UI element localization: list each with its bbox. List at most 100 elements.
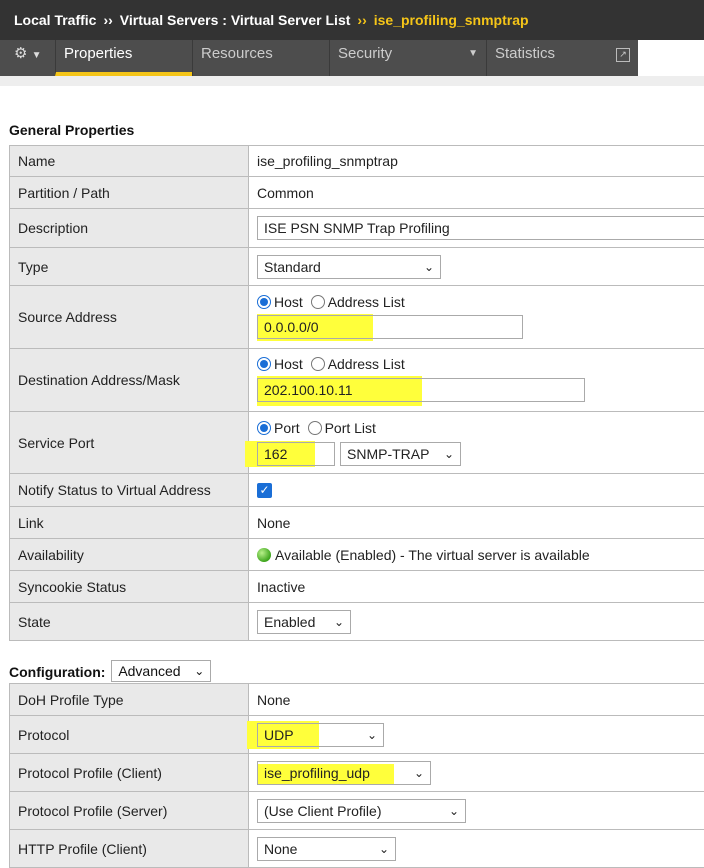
field-label: Protocol: [10, 716, 249, 754]
gear-icon: ⚙: [14, 45, 27, 62]
partition-value: Common: [249, 177, 704, 209]
tab-resources[interactable]: Resources: [192, 40, 329, 76]
http-profile-client-value: None: [264, 841, 297, 857]
general-properties-title: General Properties: [9, 122, 134, 138]
configuration-mode-select[interactable]: Advanced ⌄: [111, 660, 211, 682]
table-row: Syncookie Status Inactive: [10, 571, 704, 603]
breadcrumb-section[interactable]: Virtual Servers : Virtual Server List: [120, 12, 351, 28]
table-row: Source Address Host Address List 0.0.0.0…: [10, 286, 704, 349]
table-row: Service Port Port Port List 162 SNMP-TRA…: [10, 412, 704, 474]
configuration-table: DoH Profile Type None Protocol UDP⌄ Prot…: [9, 683, 704, 868]
table-row: Protocol UDP⌄: [10, 716, 704, 754]
radio-label: Port List: [325, 420, 376, 436]
field-label: Destination Address/Mask: [10, 349, 249, 412]
table-row: Destination Address/Mask Host Address Li…: [10, 349, 704, 412]
chevron-down-icon: ▼: [468, 40, 478, 68]
syncookie-value: Inactive: [249, 571, 704, 603]
tab-security[interactable]: Security ▼: [329, 40, 486, 76]
table-row: Protocol Profile (Client) ise_profiling_…: [10, 754, 704, 792]
service-port-list-radio[interactable]: [308, 421, 322, 435]
field-label: HTTP Profile (Client): [10, 830, 249, 868]
table-row: HTTP Profile (Client) None ⌄: [10, 830, 704, 868]
radio-label: Host: [274, 294, 303, 310]
radio-label: Address List: [328, 356, 405, 372]
table-row: Name ise_profiling_snmptrap: [10, 146, 704, 177]
state-select-value: Enabled: [264, 614, 315, 630]
source-address-list-radio[interactable]: [311, 295, 325, 309]
field-label: Name: [10, 146, 249, 177]
link-value: None: [249, 507, 704, 539]
destination-address-input[interactable]: 202.100.10.11: [257, 378, 585, 402]
service-port-select[interactable]: SNMP-TRAP ⌄: [340, 442, 461, 466]
field-label: Notify Status to Virtual Address: [10, 474, 249, 507]
configuration-title: Configuration: Advanced ⌄: [9, 660, 211, 682]
type-select-value: Standard: [264, 259, 321, 275]
configuration-label: Configuration:: [9, 664, 105, 680]
tab-label: Statistics: [495, 45, 555, 62]
tab-properties[interactable]: Properties: [55, 40, 192, 76]
field-label: Syncookie Status: [10, 571, 249, 603]
field-label: Description: [10, 209, 249, 248]
gear-menu-button[interactable]: ⚙ ▼: [8, 40, 54, 76]
tab-statistics[interactable]: Statistics ↗: [486, 40, 638, 76]
service-port-radio[interactable]: [257, 421, 271, 435]
chevron-down-icon: ⌄: [414, 762, 424, 784]
doh-value: None: [249, 684, 704, 716]
field-label: DoH Profile Type: [10, 684, 249, 716]
breadcrumb-root[interactable]: Local Traffic: [14, 12, 96, 28]
tab-label: Security: [338, 45, 392, 62]
external-link-icon: ↗: [616, 48, 630, 62]
field-label: Source Address: [10, 286, 249, 349]
field-label: Protocol Profile (Server): [10, 792, 249, 830]
field-label: Service Port: [10, 412, 249, 474]
tab-bar: ⚙ ▼ Properties Resources Security ▼ Stat…: [0, 40, 638, 76]
protocol-profile-server-select[interactable]: (Use Client Profile) ⌄: [257, 799, 466, 823]
table-row: DoH Profile Type None: [10, 684, 704, 716]
chevron-down-icon: ▼: [32, 50, 42, 61]
protocol-profile-client-select[interactable]: ise_profiling_udp ⌄: [257, 761, 431, 785]
table-row: Availability Available (Enabled) - The v…: [10, 539, 704, 571]
field-label: Link: [10, 507, 249, 539]
breadcrumb-separator: ››: [357, 12, 366, 28]
http-profile-client-select[interactable]: None ⌄: [257, 837, 396, 861]
description-input[interactable]: ISE PSN SNMP Trap Profiling: [257, 216, 704, 240]
table-row: Link None: [10, 507, 704, 539]
availability-value: Available (Enabled) - The virtual server…: [275, 547, 590, 563]
table-row: Protocol Profile (Server) (Use Client Pr…: [10, 792, 704, 830]
breadcrumb-separator: ››: [103, 12, 112, 28]
table-row: State Enabled⌄: [10, 603, 704, 641]
chevron-down-icon: ⌄: [449, 800, 459, 822]
service-port-select-value: SNMP-TRAP: [347, 446, 429, 462]
radio-label: Host: [274, 356, 303, 372]
radio-label: Address List: [328, 294, 405, 310]
tab-spacer: [0, 76, 704, 86]
state-select[interactable]: Enabled⌄: [257, 610, 351, 634]
field-label: Partition / Path: [10, 177, 249, 209]
chevron-down-icon: ⌄: [444, 443, 454, 465]
protocol-select[interactable]: UDP⌄: [257, 723, 384, 747]
field-label: Availability: [10, 539, 249, 571]
notify-status-checkbox[interactable]: ✓: [257, 483, 272, 498]
protocol-select-value: UDP: [264, 727, 294, 743]
type-select[interactable]: Standard ⌄: [257, 255, 441, 279]
chevron-down-icon: ⌄: [424, 256, 434, 278]
tab-label: Properties: [64, 45, 132, 62]
field-label: Protocol Profile (Client): [10, 754, 249, 792]
source-address-input[interactable]: 0.0.0.0/0: [257, 315, 523, 339]
chevron-down-icon: ⌄: [194, 661, 204, 681]
protocol-profile-server-value: (Use Client Profile): [264, 803, 381, 819]
table-row: Description ISE PSN SNMP Trap Profiling: [10, 209, 704, 248]
source-host-radio[interactable]: [257, 295, 271, 309]
destination-host-radio[interactable]: [257, 357, 271, 371]
service-port-input[interactable]: 162: [257, 442, 335, 466]
table-row: Type Standard⌄: [10, 248, 704, 286]
field-label: State: [10, 603, 249, 641]
breadcrumb-current: ise_profiling_snmptrap: [374, 12, 529, 28]
protocol-profile-client-value: ise_profiling_udp: [264, 765, 370, 781]
configuration-mode-value: Advanced: [118, 663, 180, 679]
tab-label: Resources: [201, 45, 273, 62]
radio-label: Port: [274, 420, 300, 436]
table-row: Partition / Path Common: [10, 177, 704, 209]
chevron-down-icon: ⌄: [379, 838, 389, 860]
destination-address-list-radio[interactable]: [311, 357, 325, 371]
